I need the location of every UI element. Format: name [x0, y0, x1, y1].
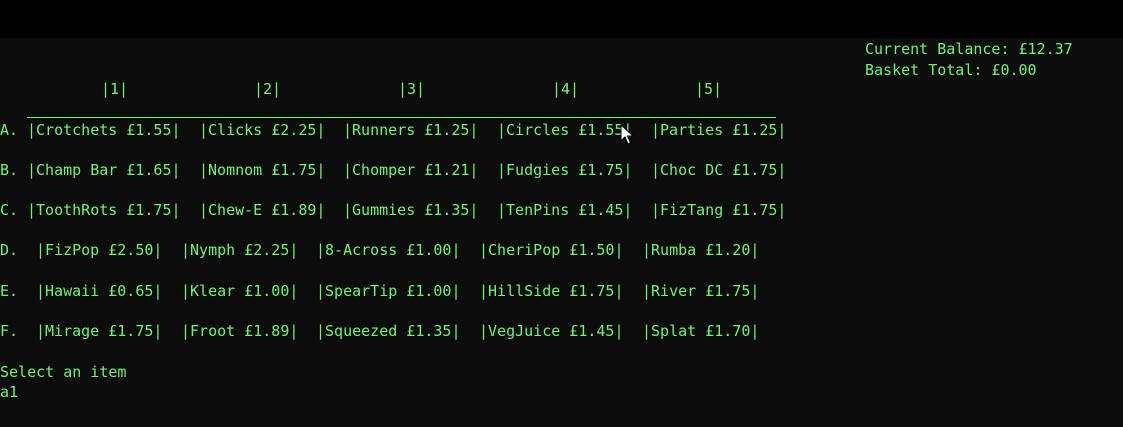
column-header-2: |2|: [254, 80, 282, 98]
item-e4: |HillSide £1.75|: [479, 282, 624, 300]
item-e1: |Hawaii £0.65|: [36, 282, 163, 300]
item-c1: |ToothRots £1.75|: [27, 201, 181, 219]
item-a2: |Clicks £2.25|: [199, 121, 326, 139]
basket-total: Basket Total: £0.00: [865, 61, 1037, 79]
item-a3: |Runners £1.25|: [343, 121, 479, 139]
column-header-3: |3|: [398, 80, 426, 98]
mouse-pointer-icon: [620, 124, 634, 145]
item-a1: |Crotchets £1.55|: [27, 121, 181, 139]
column-header-5: |5|: [695, 80, 723, 98]
row-label-f: F.: [0, 322, 19, 340]
column-header-4: |4|: [552, 80, 580, 98]
item-b5: |Choc DC £1.75|: [651, 161, 787, 179]
item-c5: |FizTang £1.75|: [651, 201, 787, 219]
item-b1: |Champ Bar £1.65|: [27, 161, 181, 179]
item-d4: |CheriPop £1.50|: [479, 241, 624, 259]
item-d3: |8-Across £1.00|: [316, 241, 461, 259]
row-label-e: E.: [0, 282, 19, 300]
item-c3: |Gummies £1.35|: [343, 201, 479, 219]
row-label-d: D.: [0, 241, 19, 259]
item-e2: |Klear £1.00|: [181, 282, 299, 300]
item-d5: |Rumba £1.20|: [642, 241, 760, 259]
item-f5: |Splat £1.70|: [642, 322, 760, 340]
item-d1: |FizPop £2.50|: [36, 241, 163, 259]
item-b2: |Nomnom £1.75|: [199, 161, 326, 179]
item-b4: |Fudgies £1.75|: [497, 161, 633, 179]
column-header-1: |1|: [101, 80, 129, 98]
item-f3: |Squeezed £1.35|: [316, 322, 461, 340]
item-f2: |Froot £1.89|: [181, 322, 299, 340]
terminal-title-bar: [0, 0, 1123, 38]
current-balance: Current Balance: £12.37: [865, 40, 1073, 58]
item-e3: |SpearTip £1.00|: [316, 282, 461, 300]
row-label-b: B.: [0, 161, 19, 179]
item-c2: |Chew-E £1.89|: [199, 201, 326, 219]
terminal-window: Current Balance: £12.37 Basket Total: £0…: [0, 0, 1123, 427]
item-e5: |River £1.75|: [642, 282, 760, 300]
item-f1: |Mirage £1.75|: [36, 322, 163, 340]
item-d2: |Nymph £2.25|: [181, 241, 299, 259]
row-label-c: C.: [0, 201, 19, 219]
item-a4: |Circles £1.55|: [497, 121, 633, 139]
header-separator: [27, 117, 776, 118]
row-label-a: A.: [0, 121, 19, 139]
item-a5: |Parties £1.25|: [651, 121, 787, 139]
select-prompt: Select an item: [0, 363, 127, 381]
item-b3: |Chomper £1.21|: [343, 161, 479, 179]
command-input[interactable]: a1: [0, 382, 18, 402]
item-c4: |TenPins £1.45|: [497, 201, 633, 219]
item-f4: |VegJuice £1.45|: [479, 322, 624, 340]
